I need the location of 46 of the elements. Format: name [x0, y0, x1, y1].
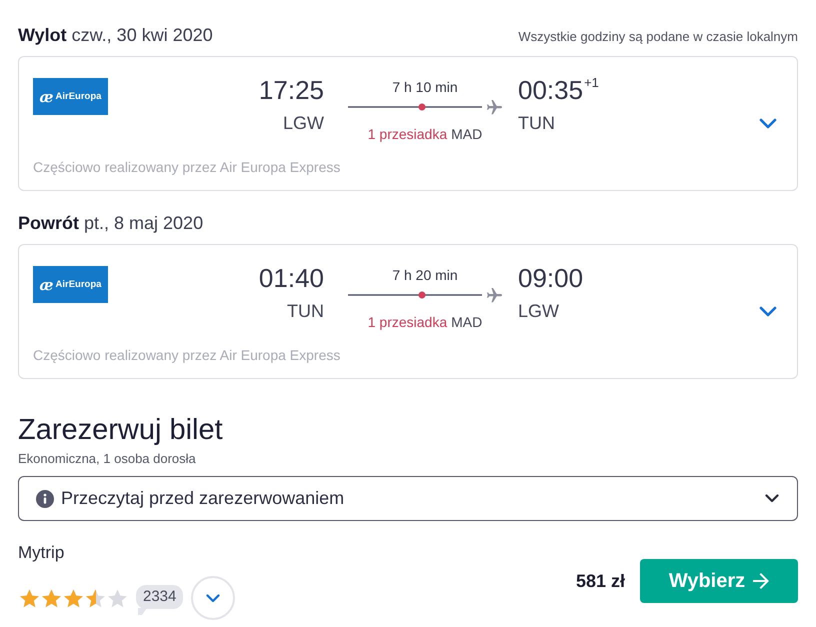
stopover-airport: MAD [451, 126, 482, 142]
departure-airport: LGW [282, 112, 324, 134]
stopover-airport: MAD [451, 314, 482, 330]
leg-label: Wylot [18, 25, 67, 45]
airplane-icon [487, 100, 502, 114]
departure-time: 01:40 [258, 262, 324, 294]
review-count: 2334 [136, 585, 184, 615]
chevron-icon[interactable] [759, 306, 777, 317]
departure-time: 17:25 [258, 74, 324, 106]
airplane-icon [487, 288, 502, 302]
leg-date: pt., 8 maj 2020 [84, 213, 204, 233]
leg-date: czw., 30 kwi 2020 [72, 25, 213, 45]
day-offset: +1 [584, 76, 599, 90]
logo-mark: æ [40, 88, 54, 104]
details-toggle-button[interactable] [191, 576, 236, 620]
star-icon [20, 588, 39, 608]
notice-dropdown[interactable]: Przeczytaj przed zarezerwowaniem [18, 476, 798, 521]
stop-dot-icon [418, 104, 426, 110]
flight-duration: 7 h 10 min [391, 78, 459, 96]
leg-label: Powrót [18, 213, 79, 233]
operated-by-note: Częściowo realizowany przez Air Europa Express [33, 158, 342, 176]
timezone-note: Wszystkie godziny są podane w czasie lokalnym [518, 29, 798, 44]
stop-dot-icon [418, 292, 426, 298]
departure-airport: TUN [286, 300, 324, 322]
arrival-airport: TUN [518, 112, 556, 134]
info-icon [36, 490, 54, 508]
provider-name: Mytrip [18, 542, 66, 564]
price: 581 zł [576, 570, 625, 592]
star-icon [86, 588, 105, 608]
star-icon [42, 588, 61, 608]
booking-subtitle: Ekonomiczna, 1 osoba dorosła [18, 451, 197, 467]
logo-mark: æ [40, 276, 54, 292]
stops-count: 1 przesiadka [368, 314, 448, 330]
booking-title: Zarezerwuj bilet [18, 413, 224, 447]
operated-by-note: Częściowo realizowany przez Air Europa Express [33, 346, 342, 364]
logo-wordmark: AirEuropa [56, 90, 102, 102]
arrival-airport: LGW [518, 300, 560, 322]
arrival-time: 09:00 [518, 262, 584, 294]
chevron-icon[interactable] [759, 118, 777, 129]
flight-duration: 7 h 20 min [391, 266, 459, 284]
star-icon [108, 588, 127, 608]
star-icon [64, 588, 83, 608]
logo-wordmark: AirEuropa [56, 278, 102, 290]
arrival-time: 00:35 [518, 74, 584, 106]
stops-count: 1 przesiadka [368, 126, 448, 142]
arrow-right-icon [753, 573, 770, 589]
